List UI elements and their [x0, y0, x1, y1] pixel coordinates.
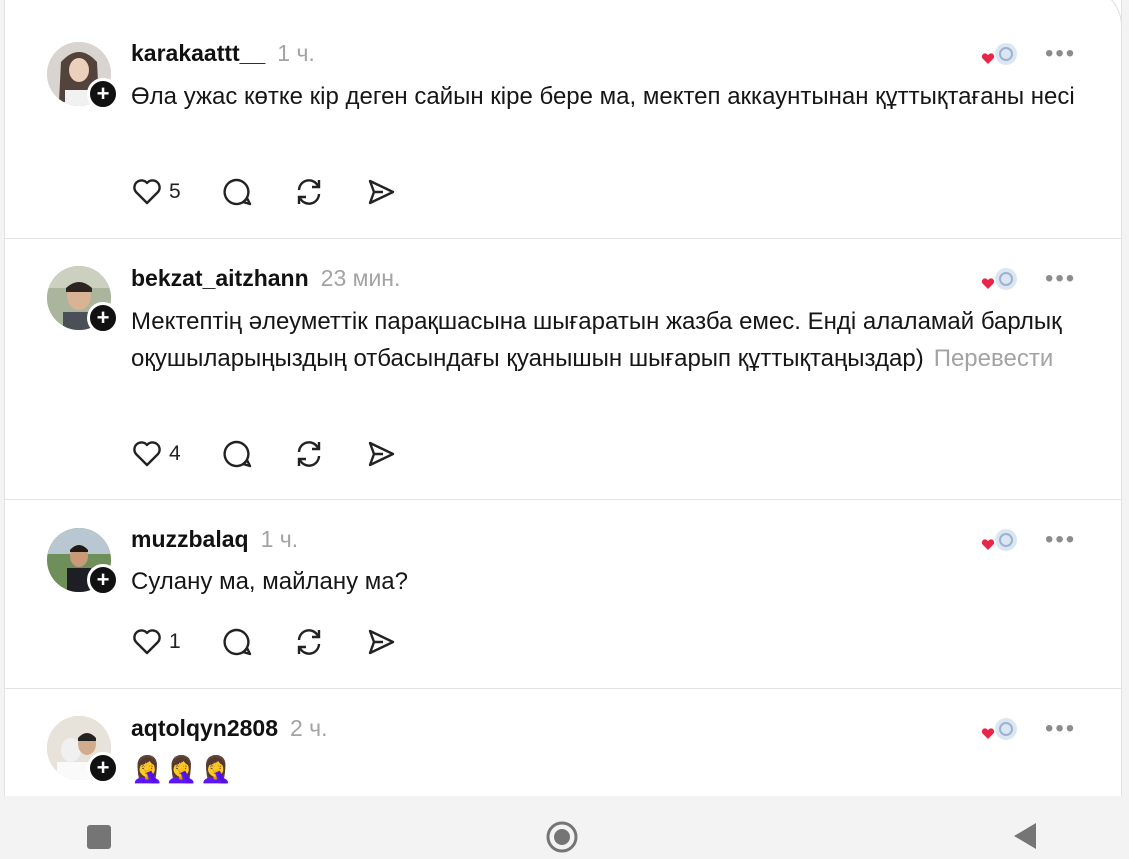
follow-plus-icon[interactable]: + — [87, 78, 119, 110]
triangle-back-icon[interactable] — [1012, 822, 1038, 855]
username[interactable]: muzzbalaq — [131, 526, 249, 553]
share-button[interactable] — [365, 176, 397, 208]
like-count: 4 — [169, 442, 181, 465]
like-count: 1 — [169, 630, 181, 653]
heart-outline-icon — [133, 629, 161, 655]
reply-button[interactable] — [221, 626, 253, 658]
timestamp: 2 ч. — [290, 715, 328, 741]
speech-bubble-icon — [223, 178, 251, 206]
paper-plane-icon — [368, 441, 394, 467]
timestamp: 23 мин. — [320, 265, 401, 291]
square-recents-icon[interactable] — [86, 824, 112, 855]
like-button[interactable]: 1 — [131, 626, 181, 658]
comment-item: + karakaattt__ 1 ч. ••• Өла ужас көтке к… — [5, 0, 1121, 239]
reply-button[interactable] — [221, 176, 253, 208]
liked-by-author-icon — [979, 715, 1019, 747]
share-button[interactable] — [365, 438, 397, 470]
more-options-button[interactable]: ••• — [1045, 526, 1076, 554]
like-button[interactable]: 4 — [131, 438, 181, 470]
comments-panel: + karakaattt__ 1 ч. ••• Өла ужас көтке к… — [4, 0, 1122, 797]
reply-button[interactable] — [221, 438, 253, 470]
paper-plane-icon — [368, 179, 394, 205]
username[interactable]: karakaattt__ — [131, 40, 265, 67]
liked-by-author-icon — [979, 265, 1019, 297]
like-button[interactable]: 5 — [131, 176, 181, 208]
timestamp: 1 ч. — [277, 40, 315, 66]
username[interactable]: aqtolqyn2808 — [131, 715, 278, 742]
translate-link[interactable]: Перевести — [934, 345, 1054, 372]
repost-button[interactable] — [293, 626, 325, 658]
heart-outline-icon — [133, 179, 161, 205]
timestamp: 1 ч. — [260, 526, 299, 552]
more-options-button[interactable]: ••• — [1045, 715, 1076, 743]
repost-arrows-icon — [297, 441, 320, 467]
comment-text: Сулану ма, майлану ма? — [131, 563, 1081, 600]
comment-body: Өла ужас көтке кір деген сайын кіре бере… — [131, 83, 1075, 110]
follow-plus-icon[interactable]: + — [87, 564, 119, 596]
heart-outline-icon — [133, 441, 161, 467]
liked-by-author-icon — [979, 526, 1019, 558]
repost-button[interactable] — [293, 438, 325, 470]
comment-text: 🤦‍♀️🤦‍♀️🤦‍♀️ — [131, 751, 1081, 788]
comment-body: 🤦‍♀️🤦‍♀️🤦‍♀️ — [131, 754, 235, 784]
follow-plus-icon[interactable]: + — [87, 302, 119, 334]
comment-item: + aqtolqyn2808 2 ч. ••• 🤦‍♀️🤦‍♀️🤦‍♀️ — [5, 689, 1121, 796]
comment-body: Сулану ма, майлану ма? — [131, 568, 408, 595]
liked-by-author-icon — [979, 40, 1019, 72]
speech-bubble-icon — [223, 440, 251, 468]
comment-text: Өла ужас көтке кір деген сайын кіре бере… — [131, 78, 1081, 115]
repost-arrows-icon — [297, 179, 320, 205]
paper-plane-icon — [368, 629, 394, 655]
more-options-button[interactable]: ••• — [1045, 265, 1076, 293]
comment-text: Мектептің әлеуметтік парақшасына шығарат… — [131, 303, 1081, 377]
share-button[interactable] — [365, 626, 397, 658]
like-count: 5 — [169, 180, 181, 203]
comment-item: + bekzat_aitzhann 23 мин. ••• Мектептің … — [5, 239, 1121, 500]
more-options-button[interactable]: ••• — [1045, 40, 1076, 68]
username[interactable]: bekzat_aitzhann — [131, 265, 309, 292]
circle-home-icon[interactable] — [545, 820, 579, 859]
follow-plus-icon[interactable]: + — [87, 752, 119, 784]
comment-item: + muzzbalaq 1 ч. ••• Сулану ма, майлану … — [5, 500, 1121, 689]
system-navigation-bar — [0, 796, 1129, 855]
comment-body: Мектептің әлеуметтік парақшасына шығарат… — [131, 308, 1062, 372]
repost-arrows-icon — [297, 629, 320, 655]
speech-bubble-icon — [223, 628, 251, 656]
repost-button[interactable] — [293, 176, 325, 208]
